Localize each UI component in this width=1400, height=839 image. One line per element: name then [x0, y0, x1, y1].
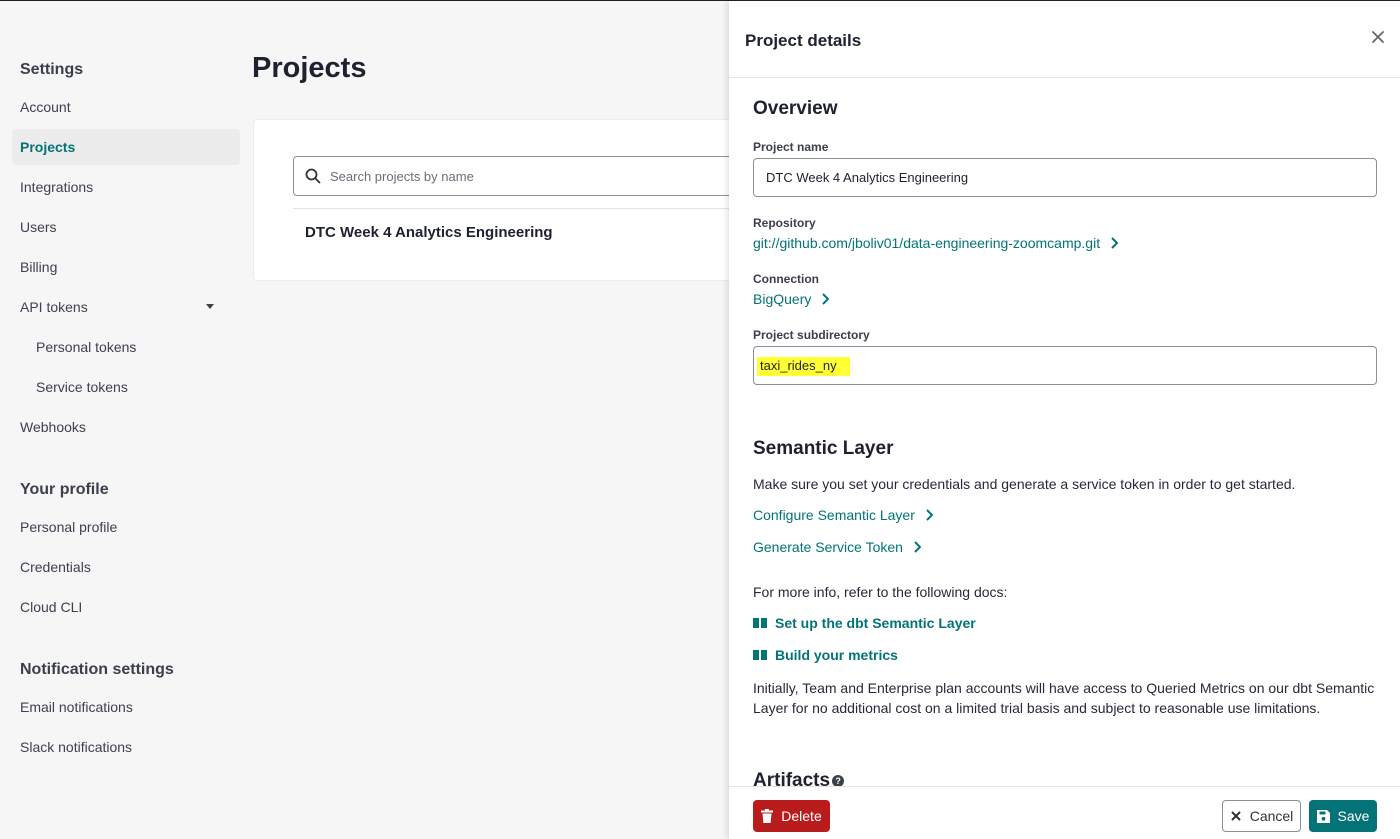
- project-list-item[interactable]: DTC Week 4 Analytics Engineering: [305, 224, 553, 241]
- drawer-footer: Delete Cancel Save: [729, 786, 1400, 839]
- project-search[interactable]: [293, 156, 753, 196]
- drawer-header-divider: [729, 77, 1400, 78]
- repository-label: Repository: [753, 216, 816, 230]
- sidebar-item-projects[interactable]: Projects: [12, 129, 240, 165]
- page-title: Projects: [252, 52, 367, 84]
- book-icon: [753, 618, 767, 628]
- repository-link-text: git://github.com/jboliv01/data-engineeri…: [753, 235, 1101, 251]
- save-button[interactable]: Save: [1309, 800, 1377, 832]
- configure-semantic-layer-link[interactable]: Configure Semantic Layer: [753, 507, 933, 523]
- project-name-field[interactable]: DTC Week 4 Analytics Engineering: [753, 158, 1377, 197]
- cancel-button[interactable]: Cancel: [1222, 800, 1301, 832]
- sidebar-item-slack-notifications[interactable]: Slack notifications: [12, 729, 240, 765]
- chevron-right-icon: [1111, 237, 1119, 249]
- chevron-right-icon: [822, 293, 830, 305]
- doc-link-setup-semantic-layer[interactable]: Set up the dbt Semantic Layer: [753, 615, 976, 631]
- sidebar-item-integrations[interactable]: Integrations: [12, 169, 240, 205]
- semantic-layer-intro: Make sure you set your credentials and g…: [753, 476, 1296, 492]
- generate-service-token-link[interactable]: Generate Service Token: [753, 539, 921, 555]
- close-icon[interactable]: [1370, 29, 1386, 45]
- semantic-layer-note: Initially, Team and Enterprise plan acco…: [753, 680, 1375, 716]
- search-icon: [305, 168, 321, 184]
- subdirectory-value-highlighted: taxi_rides_ny: [757, 357, 850, 376]
- drawer-title: Project details: [745, 31, 862, 50]
- book-icon: [753, 650, 767, 660]
- chevron-right-icon: [926, 509, 933, 521]
- sidebar-item-credentials[interactable]: Credentials: [12, 549, 240, 585]
- cancel-button-label: Cancel: [1249, 808, 1294, 824]
- chevron-right-icon: [914, 541, 921, 553]
- doc-link-build-metrics[interactable]: Build your metrics: [753, 647, 898, 663]
- sidebar-item-account[interactable]: Account: [12, 89, 240, 125]
- project-name-label: Project name: [753, 140, 829, 154]
- doc-link-text: Build your metrics: [775, 647, 898, 663]
- sidebar-item-api-tokens[interactable]: API tokens: [12, 289, 240, 325]
- semantic-layer-heading: Semantic Layer: [753, 438, 894, 459]
- repository-link[interactable]: git://github.com/jboliv01/data-engineeri…: [753, 235, 1119, 251]
- connection-link[interactable]: BigQuery: [753, 291, 830, 307]
- configure-link-text: Configure Semantic Layer: [753, 507, 915, 523]
- project-details-drawer: Project details Overview Project name DT…: [729, 1, 1400, 839]
- subdirectory-field[interactable]: taxi_rides_ny: [753, 346, 1377, 385]
- close-icon: [1230, 811, 1241, 821]
- connection-label: Connection: [753, 272, 819, 286]
- list-divider: [293, 208, 753, 209]
- search-input[interactable]: [330, 165, 730, 187]
- trash-icon: [761, 809, 774, 823]
- overview-heading: Overview: [753, 98, 838, 119]
- caret-down-icon: [206, 304, 214, 309]
- projects-card: [253, 119, 753, 281]
- sidebar-item-webhooks[interactable]: Webhooks: [12, 409, 240, 445]
- sidebar-heading-profile: Your profile: [20, 481, 109, 498]
- save-disk-icon: [1316, 809, 1330, 823]
- delete-button[interactable]: Delete: [753, 800, 830, 832]
- sidebar-item-service-tokens[interactable]: Service tokens: [28, 369, 240, 405]
- subdirectory-label: Project subdirectory: [753, 328, 870, 342]
- delete-button-label: Delete: [781, 808, 822, 824]
- sidebar-item-label: API tokens: [20, 299, 88, 315]
- generate-link-text: Generate Service Token: [753, 539, 903, 555]
- docs-intro: For more info, refer to the following do…: [753, 584, 1008, 600]
- sidebar-item-users[interactable]: Users: [12, 209, 240, 245]
- sidebar-heading-notifications: Notification settings: [20, 661, 174, 678]
- sidebar-item-personal-tokens[interactable]: Personal tokens: [28, 329, 240, 365]
- save-button-label: Save: [1337, 808, 1370, 824]
- connection-link-text: BigQuery: [753, 291, 812, 307]
- doc-link-text: Set up the dbt Semantic Layer: [775, 615, 976, 631]
- sidebar-item-billing[interactable]: Billing: [12, 249, 240, 285]
- sidebar-item-cloud-cli[interactable]: Cloud CLI: [12, 589, 240, 625]
- settings-sidebar: Settings Account Projects Integrations U…: [0, 0, 248, 839]
- sidebar-item-personal-profile[interactable]: Personal profile: [12, 509, 240, 545]
- sidebar-item-email-notifications[interactable]: Email notifications: [12, 689, 240, 725]
- sidebar-heading-settings: Settings: [20, 61, 84, 78]
